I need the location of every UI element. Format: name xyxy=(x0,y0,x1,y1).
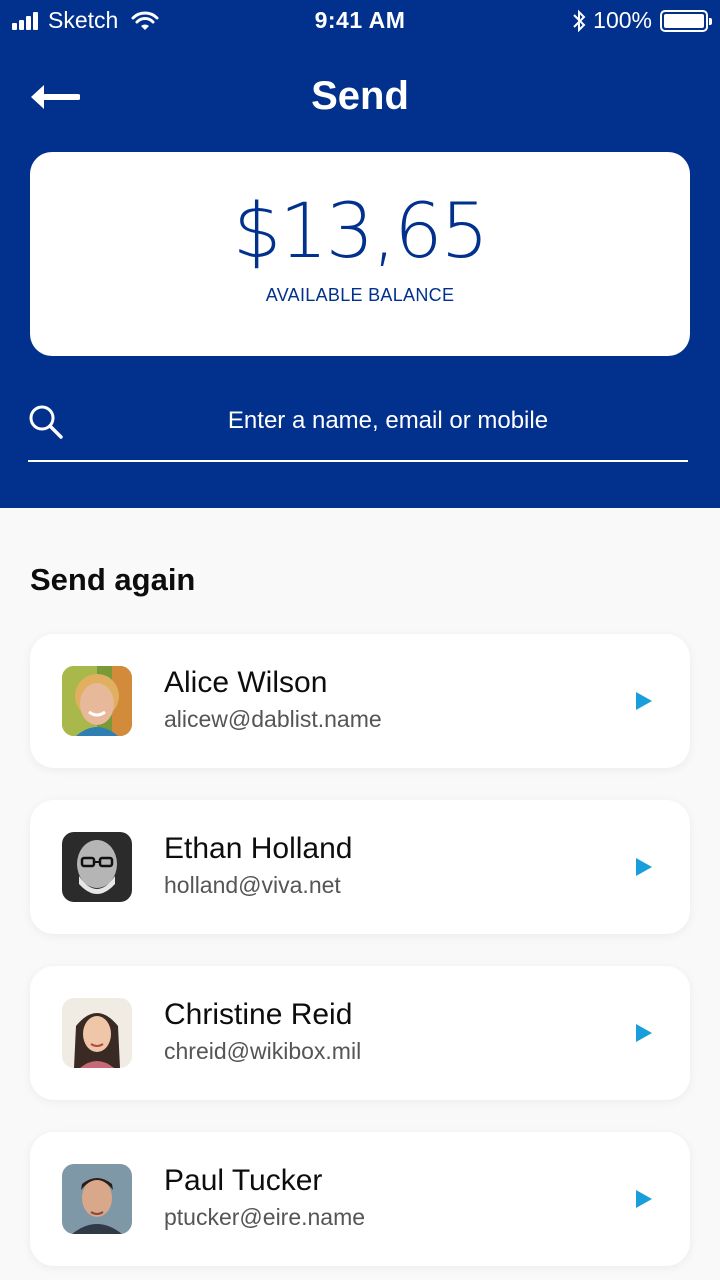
play-icon[interactable] xyxy=(634,1188,654,1210)
contact-card[interactable]: Ethan Holland holland@viva.net xyxy=(30,800,690,934)
search-input[interactable] xyxy=(88,398,688,444)
section-title-send-again: Send again xyxy=(30,562,196,597)
status-right: 100% xyxy=(571,7,712,34)
contact-email: alicew@dablist.name xyxy=(164,706,382,732)
play-icon[interactable] xyxy=(634,690,654,712)
contact-name: Alice Wilson xyxy=(164,666,328,699)
contact-name: Ethan Holland xyxy=(164,832,353,865)
contact-card[interactable]: Alice Wilson alicew@dablist.name xyxy=(30,634,690,768)
bluetooth-icon xyxy=(573,9,586,32)
contact-email: holland@viva.net xyxy=(164,872,341,898)
avatar xyxy=(62,666,132,736)
contact-email: chreid@wikibox.mil xyxy=(164,1038,362,1064)
page-title: Send xyxy=(311,74,409,118)
battery-icon xyxy=(660,9,712,32)
balance-amount: $13,65 xyxy=(233,186,489,275)
avatar xyxy=(62,832,132,902)
contact-card[interactable]: Christine Reid chreid@wikibox.mil xyxy=(30,966,690,1100)
contact-name: Paul Tucker xyxy=(164,1164,323,1197)
contact-email: ptucker@eire.name xyxy=(164,1204,366,1230)
search-icon[interactable] xyxy=(28,404,64,440)
status-bar: Sketch 9:41 AM 100% xyxy=(0,0,720,40)
contact-name: Christine Reid xyxy=(164,998,353,1031)
play-icon[interactable] xyxy=(634,1022,654,1044)
search-bar xyxy=(28,390,688,462)
avatar xyxy=(62,998,132,1068)
send-screen: Sketch 9:41 AM 100% Send $13,65 AVAILABL… xyxy=(0,0,720,1280)
nav-bar: Send xyxy=(0,60,720,136)
play-icon[interactable] xyxy=(634,856,654,878)
header: Sketch 9:41 AM 100% Send $13,65 AVAILABL… xyxy=(0,0,720,508)
battery-percentage: 100% xyxy=(593,7,652,33)
balance-label: AVAILABLE BALANCE xyxy=(265,285,455,305)
avatar xyxy=(62,1164,132,1234)
contact-card[interactable]: Paul Tucker ptucker@eire.name xyxy=(30,1132,690,1266)
